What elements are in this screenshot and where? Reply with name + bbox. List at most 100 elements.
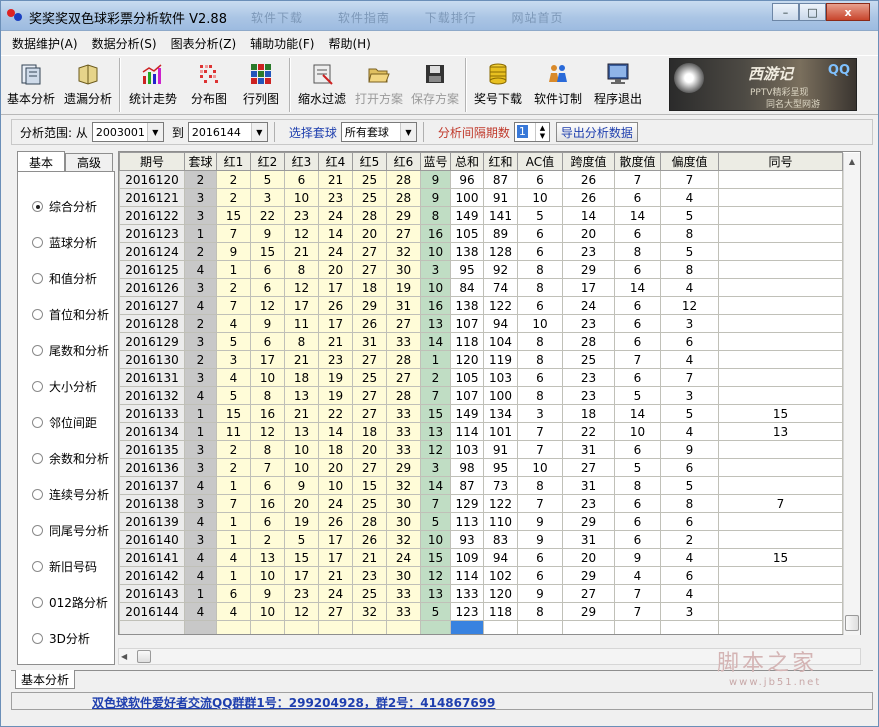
- table-cell[interactable]: 138: [450, 242, 484, 261]
- table-cell[interactable]: 7: [216, 494, 251, 513]
- column-header[interactable]: 散度值: [614, 152, 661, 171]
- table-row[interactable]: 2016130 2 3 17 21 23 27 28 1 120 119 8 25 7 4: [119, 350, 843, 369]
- menu-data-maintenance[interactable]: 数据维护(A): [5, 35, 85, 52]
- table-cell[interactable]: 4: [216, 314, 251, 333]
- table-cell[interactable]: [660, 620, 719, 634]
- table-cell[interactable]: 27: [352, 350, 387, 369]
- table-cell[interactable]: 7: [250, 458, 285, 477]
- table-cell[interactable]: 2016125: [119, 260, 185, 279]
- table-cell[interactable]: 30: [386, 566, 421, 585]
- table-cell[interactable]: 94: [483, 548, 518, 567]
- table-cell[interactable]: 10: [614, 422, 661, 441]
- table-cell[interactable]: 3: [517, 404, 563, 423]
- table-cell[interactable]: 19: [318, 386, 353, 405]
- table-cell[interactable]: 7: [517, 440, 563, 459]
- table-cell[interactable]: 6: [284, 170, 319, 189]
- table-cell[interactable]: 2016130: [119, 350, 185, 369]
- table-cell[interactable]: 9: [660, 440, 719, 459]
- table-cell[interactable]: 114: [450, 422, 484, 441]
- tab-advanced[interactable]: 高级: [65, 153, 113, 171]
- analysis-option[interactable]: 首位和分析: [32, 306, 109, 322]
- table-cell[interactable]: 1: [216, 476, 251, 495]
- table-cell[interactable]: [718, 296, 843, 315]
- radio-icon[interactable]: [32, 416, 43, 428]
- table-cell[interactable]: 2016141: [119, 548, 185, 567]
- table-cell[interactable]: 10: [517, 314, 563, 333]
- table-cell[interactable]: 21: [284, 350, 319, 369]
- table-cell[interactable]: 25: [352, 368, 387, 387]
- radio-icon[interactable]: [32, 488, 43, 500]
- table-cell[interactable]: 83: [483, 530, 518, 549]
- table-cell[interactable]: 18: [562, 404, 615, 423]
- scroll-thumb[interactable]: [137, 650, 151, 663]
- table-cell[interactable]: 20: [352, 440, 387, 459]
- table-cell[interactable]: 20: [284, 494, 319, 513]
- table-cell[interactable]: 2: [184, 350, 217, 369]
- table-cell[interactable]: 3: [184, 458, 217, 477]
- table-cell[interactable]: 17: [284, 296, 319, 315]
- table-cell[interactable]: 6: [614, 332, 661, 351]
- table-cell[interactable]: 22: [318, 404, 353, 423]
- table-cell[interactable]: 33: [386, 440, 421, 459]
- table-cell[interactable]: 33: [386, 404, 421, 423]
- table-cell[interactable]: 133: [450, 584, 484, 603]
- table-cell[interactable]: 4: [660, 350, 719, 369]
- table-cell[interactable]: 18: [352, 278, 387, 297]
- table-cell[interactable]: 25: [562, 350, 615, 369]
- table-cell[interactable]: 10: [318, 476, 353, 495]
- table-cell[interactable]: 20: [562, 224, 615, 243]
- table-cell[interactable]: 6: [660, 566, 719, 585]
- table-cell[interactable]: [184, 620, 217, 634]
- open-scheme-button[interactable]: 打开方案: [351, 56, 407, 114]
- table-cell[interactable]: 149: [450, 206, 484, 225]
- table-cell[interactable]: 6: [614, 296, 661, 315]
- table-cell[interactable]: 24: [318, 242, 353, 261]
- table-cell[interactable]: 12: [250, 296, 285, 315]
- table-cell[interactable]: 14: [614, 278, 661, 297]
- table-cell[interactable]: 114: [450, 566, 484, 585]
- table-cell[interactable]: 6: [517, 224, 563, 243]
- table-cell[interactable]: 31: [562, 440, 615, 459]
- table-cell[interactable]: 3: [660, 386, 719, 405]
- table-cell[interactable]: 4: [184, 512, 217, 531]
- table-cell[interactable]: 6: [614, 224, 661, 243]
- table-cell[interactable]: 3: [250, 188, 285, 207]
- table-cell[interactable]: 13: [284, 386, 319, 405]
- analysis-option[interactable]: 综合分析: [32, 198, 97, 214]
- range-to-select[interactable]: 2016144 ▼: [187, 122, 268, 142]
- table-cell[interactable]: 10: [517, 458, 563, 477]
- table-cell[interactable]: 23: [562, 242, 615, 261]
- table-cell[interactable]: 8: [660, 260, 719, 279]
- table-cell[interactable]: 27: [352, 404, 387, 423]
- table-cell[interactable]: 31: [352, 332, 387, 351]
- table-cell[interactable]: 15: [284, 548, 319, 567]
- table-cell[interactable]: [352, 620, 387, 634]
- table-cell[interactable]: 8: [250, 440, 285, 459]
- table-cell[interactable]: 25: [352, 494, 387, 513]
- table-cell[interactable]: 7: [614, 170, 661, 189]
- table-cell[interactable]: 21: [318, 332, 353, 351]
- table-cell[interactable]: 25: [352, 584, 387, 603]
- analysis-option[interactable]: 和值分析: [32, 270, 97, 286]
- table-cell[interactable]: 2016132: [119, 386, 185, 405]
- table-cell[interactable]: 118: [483, 602, 518, 621]
- table-cell[interactable]: 12: [420, 440, 451, 459]
- table-cell[interactable]: 4: [184, 476, 217, 495]
- table-cell[interactable]: 2016144: [119, 602, 185, 621]
- table-cell[interactable]: 3: [184, 206, 217, 225]
- table-row[interactable]: 2016133 1 15 16 21 22 27 33 15 149 134 3 18 14 5 15: [119, 404, 843, 423]
- column-header[interactable]: 红6: [386, 152, 421, 171]
- table-cell[interactable]: 2016123: [119, 224, 185, 243]
- table-cell[interactable]: 27: [562, 458, 615, 477]
- table-cell[interactable]: 3: [660, 602, 719, 621]
- table-cell[interactable]: 19: [284, 512, 319, 531]
- table-cell[interactable]: 7: [420, 386, 451, 405]
- radio-icon[interactable]: [32, 380, 43, 392]
- table-cell[interactable]: 6: [517, 296, 563, 315]
- table-cell[interactable]: 2016138: [119, 494, 185, 513]
- table-cell[interactable]: 26: [352, 314, 387, 333]
- scroll-thumb[interactable]: [845, 615, 859, 631]
- table-cell[interactable]: 119: [483, 350, 518, 369]
- table-cell[interactable]: 1: [216, 260, 251, 279]
- table-cell[interactable]: 4: [660, 278, 719, 297]
